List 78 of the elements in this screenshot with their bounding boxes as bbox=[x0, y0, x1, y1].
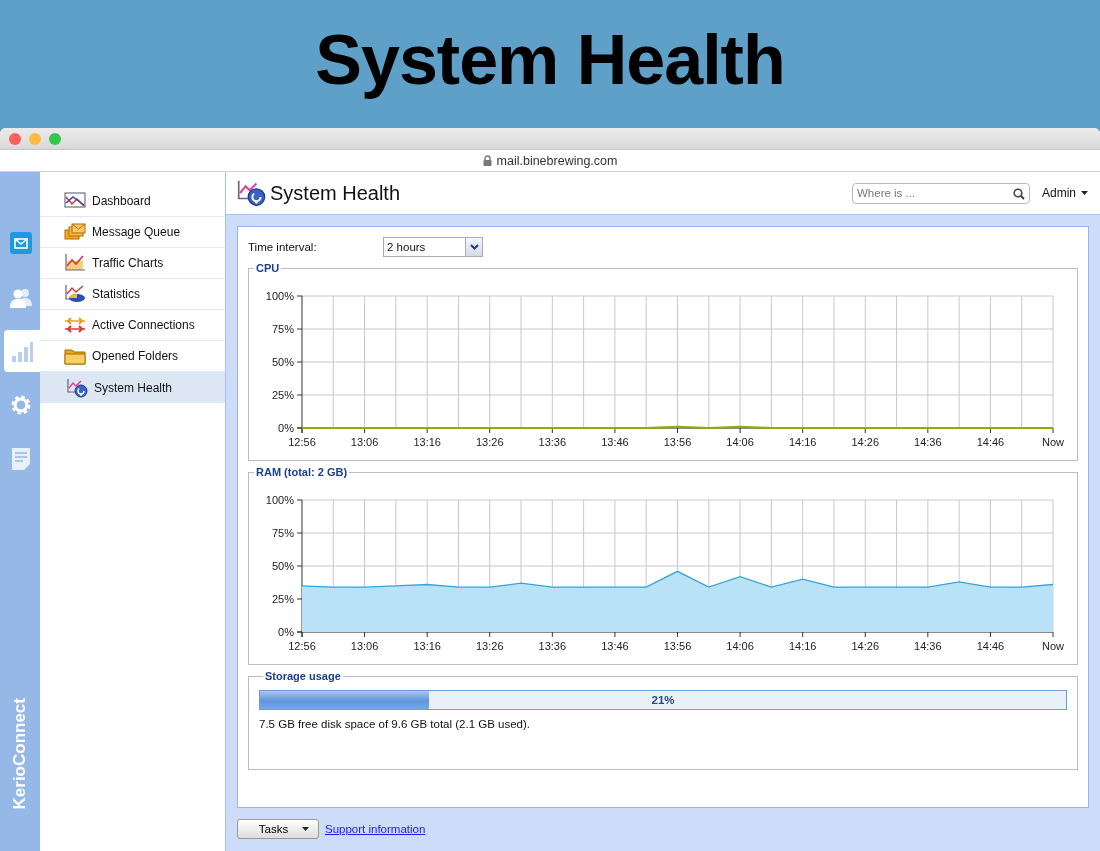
nav-item[interactable]: Active Connections bbox=[40, 310, 225, 341]
axis-label: 13:46 bbox=[601, 640, 629, 652]
time-interval-dropdown[interactable]: 2 hours bbox=[383, 237, 483, 257]
axis-label: 13:16 bbox=[413, 436, 441, 448]
axis-label: 75% bbox=[271, 527, 294, 539]
axis-label: 13:26 bbox=[476, 436, 504, 448]
axis-label: 13:56 bbox=[663, 640, 692, 652]
nav-item[interactable]: Message Queue bbox=[40, 217, 225, 248]
axis-label: 50% bbox=[271, 356, 294, 368]
caret-icon bbox=[302, 827, 310, 831]
user-menu[interactable]: Admin bbox=[1042, 186, 1088, 200]
chart-help-icon bbox=[236, 179, 266, 207]
axis-label: 13:06 bbox=[350, 640, 379, 652]
axis-label: 13:56 bbox=[663, 436, 692, 448]
axis-label: 13:06 bbox=[350, 436, 379, 448]
chart-help-icon bbox=[66, 377, 88, 398]
url-text[interactable]: mail.binebrewing.com bbox=[496, 153, 618, 168]
brand-text: KerioConnect bbox=[10, 697, 30, 809]
progress-reading: 21% bbox=[650, 694, 676, 706]
axis-label: 0% bbox=[278, 422, 294, 434]
axis-label: 14:36 bbox=[914, 436, 942, 448]
axis-label: 12:56 bbox=[288, 640, 316, 652]
axis-label: 13:16 bbox=[413, 640, 441, 652]
axis-label: 14:46 bbox=[976, 436, 1005, 448]
line-chart-icon bbox=[64, 191, 86, 211]
bar-chart-icon bbox=[10, 339, 34, 363]
axis-label: 12:56 bbox=[288, 436, 316, 448]
axis-label: 14:36 bbox=[914, 640, 942, 652]
axis-label: 100% bbox=[265, 290, 294, 302]
axis-label: 14:06 bbox=[726, 436, 754, 448]
storage-summary: 7.5 GB free disk space of 9.6 GB total (2.1 GB used). bbox=[259, 718, 532, 730]
arrows-icon bbox=[64, 315, 86, 335]
axis-label: 14:16 bbox=[788, 640, 817, 652]
group-title: CPU bbox=[255, 262, 281, 274]
page-heading: System Health bbox=[270, 181, 401, 205]
settings-icon bbox=[9, 393, 33, 417]
close-button[interactable] bbox=[9, 132, 21, 145]
line-chart-icon bbox=[64, 253, 86, 273]
folder-icon bbox=[64, 346, 86, 366]
nav-item[interactable]: Dashboard bbox=[40, 186, 225, 217]
statistics-icon bbox=[64, 284, 86, 304]
chevron-icon bbox=[469, 244, 479, 250]
axis-label: 75% bbox=[271, 323, 294, 335]
axis-label: 13:36 bbox=[538, 436, 567, 448]
nav-item[interactable]: Statistics bbox=[40, 279, 225, 310]
axis-label: 100% bbox=[265, 494, 294, 506]
field-label: Time interval: bbox=[248, 241, 318, 253]
page-title: System Health bbox=[315, 20, 785, 100]
axis-label: 0% bbox=[278, 626, 294, 638]
axis-label: Now bbox=[1042, 640, 1064, 652]
document-icon bbox=[9, 447, 33, 471]
caret-icon bbox=[1081, 191, 1088, 195]
axis-label: 13:26 bbox=[476, 640, 504, 652]
axis-label: 13:46 bbox=[601, 436, 629, 448]
nav-item[interactable]: Traffic Charts bbox=[40, 248, 225, 279]
axis-label: 25% bbox=[271, 389, 294, 401]
axis-label: 50% bbox=[271, 560, 294, 572]
group-title: Storage usage bbox=[264, 670, 342, 682]
minimize-button[interactable] bbox=[29, 132, 41, 145]
axis-label: 14:06 bbox=[726, 640, 754, 652]
group-title: RAM (total: 2 GB) bbox=[255, 466, 349, 478]
support-link[interactable]: Support information bbox=[325, 823, 426, 835]
zoom-button[interactable] bbox=[49, 132, 61, 145]
axis-label: 13:36 bbox=[538, 640, 567, 652]
search-icon bbox=[1013, 187, 1025, 200]
mail-icon bbox=[9, 231, 33, 255]
axis-label: 14:46 bbox=[976, 640, 1005, 652]
axis-label: 14:16 bbox=[788, 436, 817, 448]
search-field[interactable]: Where is ... bbox=[852, 182, 1030, 204]
axis-label: 14:26 bbox=[851, 436, 879, 448]
lock-icon bbox=[482, 155, 492, 166]
rail-tab[interactable] bbox=[4, 330, 40, 372]
axis-label: 14:26 bbox=[851, 640, 879, 652]
nav-item[interactable]: System Health bbox=[40, 372, 225, 403]
axis-label: 25% bbox=[271, 593, 294, 605]
envelopes-icon bbox=[64, 222, 86, 242]
tasks-button[interactable]: Tasks bbox=[237, 819, 319, 839]
axis-label: Now bbox=[1042, 436, 1064, 448]
